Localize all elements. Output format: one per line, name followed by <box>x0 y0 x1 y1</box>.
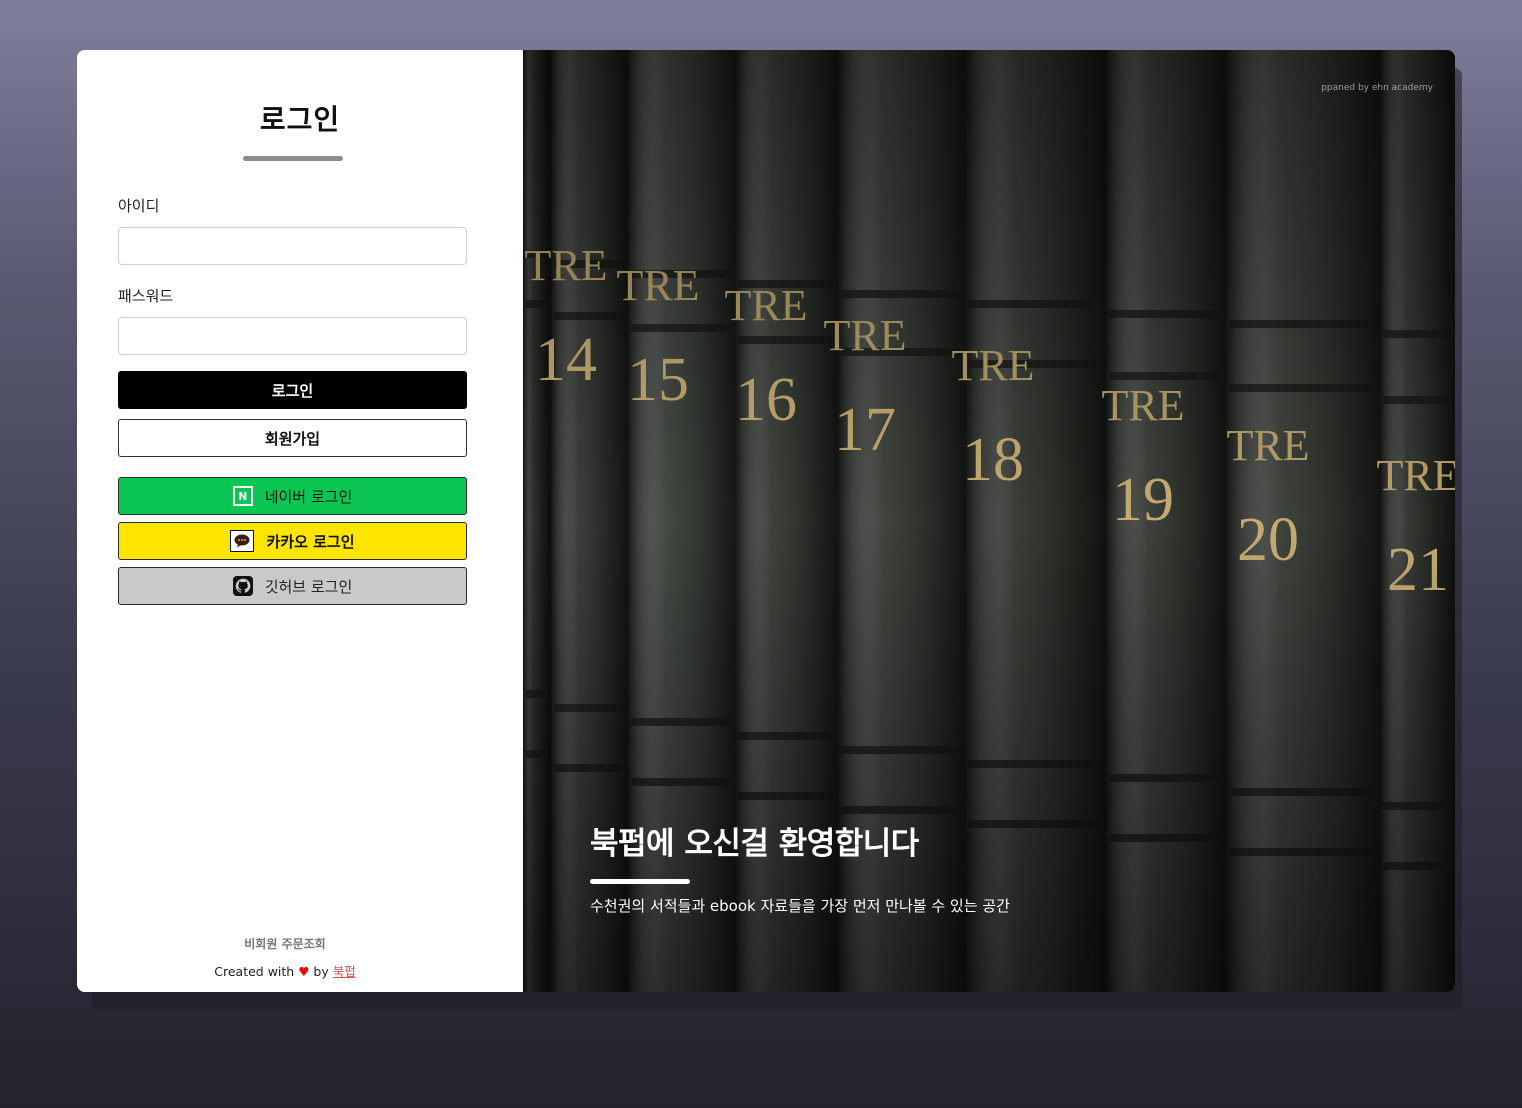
password-input[interactable] <box>118 317 467 355</box>
kakao-login-button[interactable]: 카카오 로그인 <box>118 522 467 560</box>
naver-login-label: 네이버 로그인 <box>264 487 353 506</box>
credit-line: Created with ♥ by 북펍 <box>77 961 493 980</box>
hero-headline: 북펍에 오신걸 환영합니다 <box>590 826 919 862</box>
created-prefix: Created with <box>214 964 295 979</box>
title-underline <box>243 156 343 161</box>
naver-n-icon: N <box>232 486 253 506</box>
hero-image-panel: TRE14TRE15TRE16TRE17TRE18TRE19TRE20TRE21… <box>523 50 1455 992</box>
login-button[interactable]: 로그인 <box>118 371 467 409</box>
id-input[interactable] <box>118 227 467 265</box>
page-title: 로그인 <box>259 103 341 136</box>
created-by: by <box>313 964 329 979</box>
github-login-button[interactable]: 깃허브 로그인 <box>118 567 467 605</box>
github-octocat-icon <box>232 576 253 596</box>
hero-underline <box>590 879 690 884</box>
hero-subtitle: 수천권의 서적들과 ebook 자료들을 가장 먼저 만나볼 수 있는 공간 <box>590 897 1010 915</box>
github-login-label: 깃허브 로그인 <box>264 577 353 596</box>
signup-button-label: 회원가입 <box>264 429 321 448</box>
id-label: 아이디 <box>118 197 160 215</box>
image-credit: ppaned by ehn academy <box>1321 83 1433 93</box>
password-label: 패스워드 <box>118 287 174 305</box>
signup-button[interactable]: 회원가입 <box>118 419 467 457</box>
login-panel: 로그인 아이디 패스워드 로그인 회원가입 N 네이버 로그인 카카오 로그인 … <box>77 50 523 992</box>
login-button-label: 로그인 <box>271 381 314 400</box>
heart-icon: ♥ <box>298 964 310 979</box>
login-card: 로그인 아이디 패스워드 로그인 회원가입 N 네이버 로그인 카카오 로그인 … <box>77 50 1455 992</box>
guest-order-link[interactable]: 비회원 주문조회 <box>77 935 493 952</box>
brand-link[interactable]: 북펍 <box>333 964 356 979</box>
kakao-talk-icon <box>230 530 255 552</box>
naver-login-button[interactable]: N 네이버 로그인 <box>118 477 467 515</box>
kakao-login-label: 카카오 로그인 <box>266 532 355 551</box>
login-footer: 비회원 주문조회 Created with ♥ by 북펍 <box>77 935 493 992</box>
